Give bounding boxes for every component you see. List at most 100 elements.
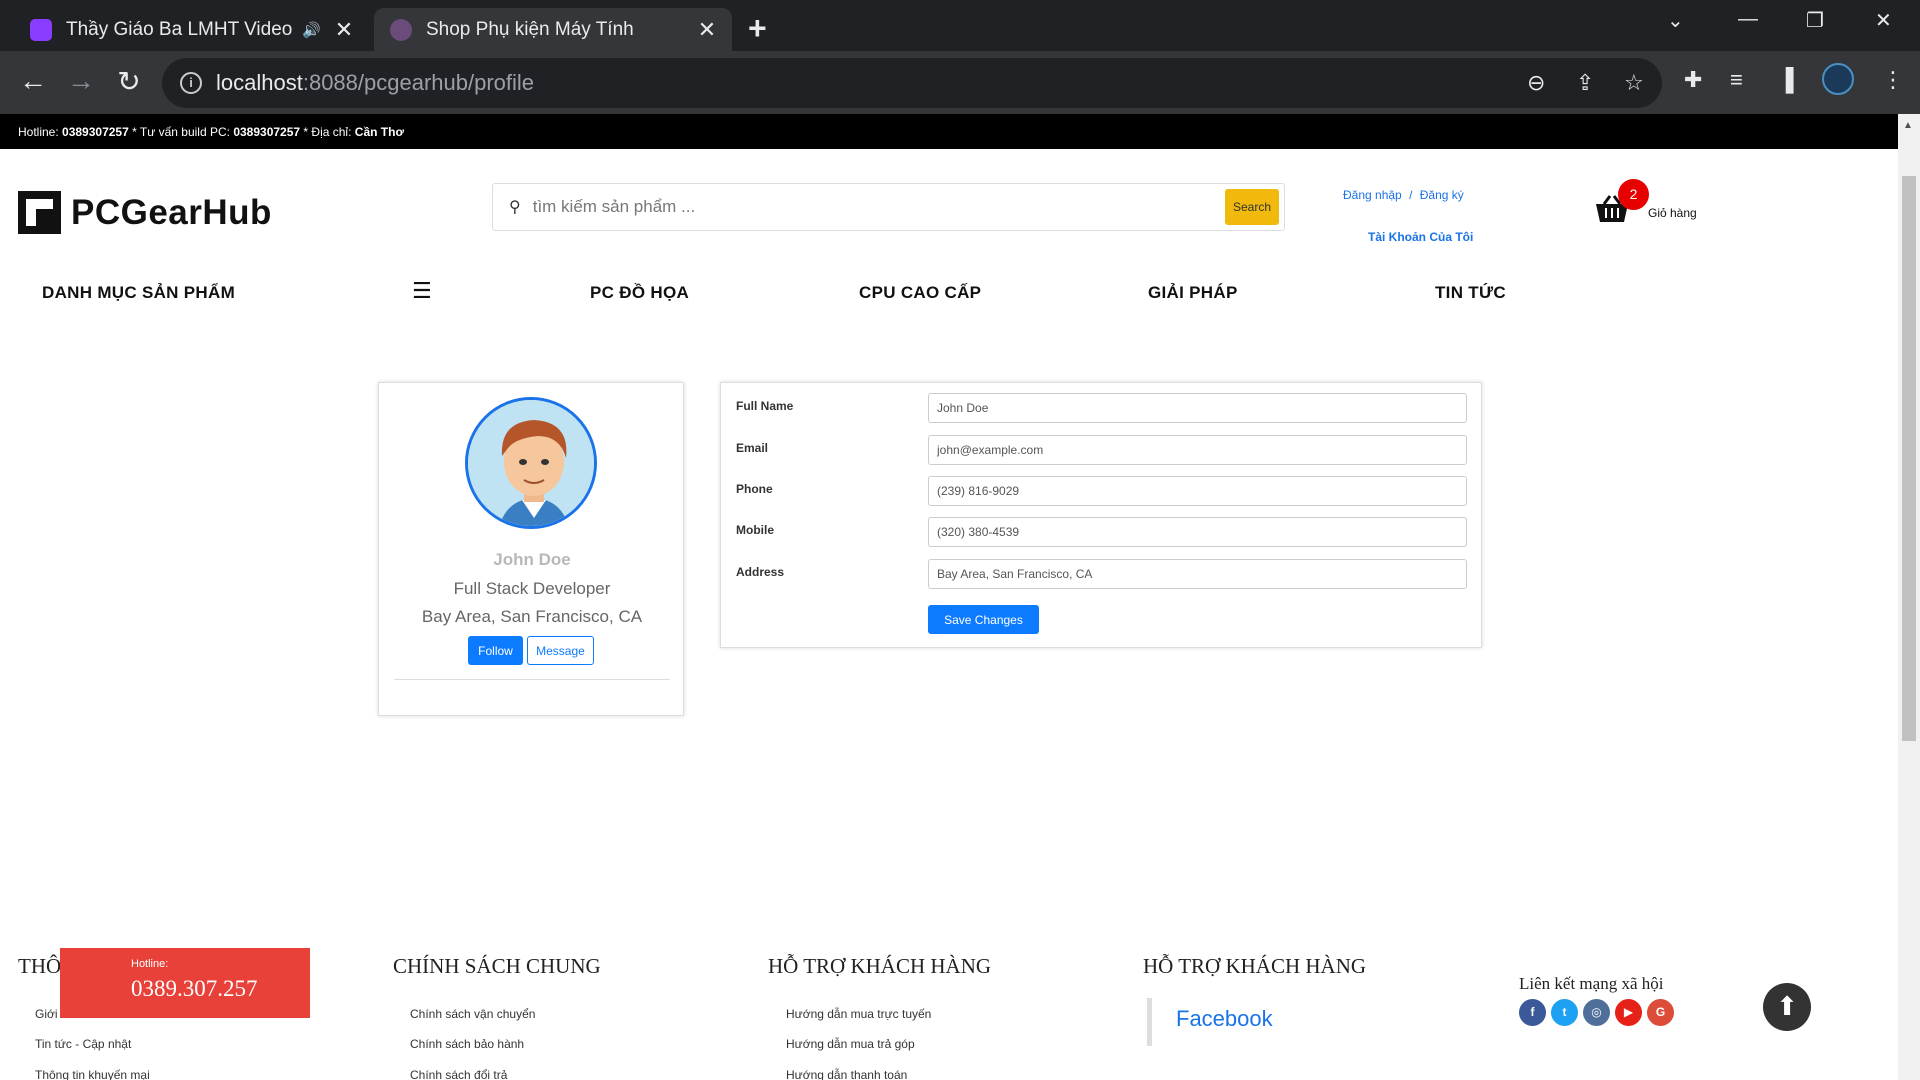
restore-icon[interactable]: ❐ xyxy=(1806,8,1824,33)
footer-link-promotions[interactable]: Thông tin khuyến mại xyxy=(35,1068,150,1080)
footer-link-about[interactable]: Giới xyxy=(35,1007,58,1021)
profile-avatar-icon[interactable] xyxy=(1822,63,1854,95)
close-tab-icon[interactable]: ✕ xyxy=(331,17,357,43)
footer-link-returns[interactable]: Chính sách đổi trả xyxy=(410,1068,507,1080)
menu-pc-do-hoa[interactable]: PC ĐỒ HỌA xyxy=(590,283,689,303)
register-link[interactable]: Đăng ký xyxy=(1420,188,1464,202)
profile-role: Full Stack Developer xyxy=(453,579,611,598)
logo-mark-icon xyxy=(18,191,61,234)
mobile-label: Mobile xyxy=(736,523,774,537)
menu-giai-phap[interactable]: GIẢI PHÁP xyxy=(1148,283,1238,303)
facebook-link[interactable]: Facebook xyxy=(1147,998,1273,1046)
twitter-icon[interactable]: t xyxy=(1551,999,1578,1026)
tab-thay-giao-ba[interactable]: Thầy Giáo Ba LMHT Video Phát lại 🔊 ✕ xyxy=(14,8,369,51)
divider xyxy=(394,679,670,680)
social-title: Liên kết mạng xã hội xyxy=(1519,974,1664,993)
profile-form-card: Full Name Email Phone Mobile Address Sav… xyxy=(720,382,1482,648)
youtube-icon[interactable]: ▶ xyxy=(1615,999,1642,1026)
email-field[interactable] xyxy=(928,435,1467,465)
twitch-favicon-icon xyxy=(30,18,52,41)
cart[interactable]: 2 Giỏ hàng xyxy=(1594,179,1697,233)
message-button[interactable]: Message xyxy=(527,636,594,665)
mobile-field[interactable] xyxy=(928,517,1467,547)
share-icon[interactable]: ⇪ xyxy=(1576,70,1594,96)
minimize-icon[interactable]: — xyxy=(1738,8,1758,31)
save-changes-button[interactable]: Save Changes xyxy=(928,605,1039,634)
cart-count-badge: 2 xyxy=(1618,179,1649,210)
footer-link-buy-online[interactable]: Hướng dẫn mua trực tuyến xyxy=(786,1007,931,1021)
menu-kebab-icon[interactable]: ⋮ xyxy=(1882,67,1904,93)
search-input[interactable] xyxy=(532,197,1225,217)
footer-link-shipping[interactable]: Chính sách vận chuyển xyxy=(410,1007,535,1021)
avatar xyxy=(465,397,597,529)
url-host: localhost xyxy=(216,70,303,95)
build-phone: 0389307257 xyxy=(233,125,301,139)
facebook-icon[interactable]: f xyxy=(1519,999,1546,1026)
browser-tabbar: Thầy Giáo Ba LMHT Video Phát lại 🔊 ✕ Sho… xyxy=(0,0,1920,51)
site-info-icon[interactable]: i xyxy=(180,72,202,94)
back-icon[interactable]: ← xyxy=(15,65,51,97)
side-panel-icon[interactable]: ▐ xyxy=(1778,67,1794,93)
phone-field[interactable] xyxy=(928,476,1467,506)
profile-card: John Doe Full Stack Developer Bay Area, … xyxy=(378,382,684,716)
tab-search-chevron-icon[interactable]: ⌄ xyxy=(1667,8,1684,33)
hotline-number: 0389307257 xyxy=(62,125,129,139)
footer-col1-title: THÔ xyxy=(18,954,62,978)
scroll-up-icon[interactable]: ▲ xyxy=(1903,120,1913,131)
forward-icon[interactable]: → xyxy=(63,65,99,97)
my-account-link[interactable]: Tài Khoản Của Tôi xyxy=(1368,230,1473,244)
zoom-icon[interactable]: ⊖ xyxy=(1527,70,1545,96)
google-icon[interactable]: G xyxy=(1647,999,1674,1026)
page-scrollbar[interactable]: ▲ xyxy=(1898,114,1920,1080)
address-label: * Địa chỉ: xyxy=(300,125,352,139)
tab-title: Thầy Giáo Ba LMHT Video Phát lại xyxy=(66,18,293,40)
hotline-label: Hotline: xyxy=(18,125,59,139)
new-tab-icon[interactable]: + xyxy=(748,10,767,47)
page-content: Hotline: 0389307257 * Tư vấn build PC: 0… xyxy=(0,114,1898,1080)
menu-categories[interactable]: DANH MỤC SẢN PHẨM xyxy=(42,283,235,303)
menu-cpu-cao-cap[interactable]: CPU CAO CẤP xyxy=(859,283,981,303)
close-tab-icon[interactable]: ✕ xyxy=(694,17,720,43)
phone-label: Phone xyxy=(736,482,773,496)
login-link[interactable]: Đăng nhập xyxy=(1343,188,1402,202)
tab-shop-phu-kien[interactable]: Shop Phụ kiện Máy Tính ✕ xyxy=(374,8,732,51)
tab-title: Shop Phụ kiện Máy Tính xyxy=(426,18,634,40)
follow-button[interactable]: Follow xyxy=(468,636,523,665)
address-label: Address xyxy=(736,565,785,579)
address-value: Cần Thơ xyxy=(354,125,404,139)
instagram-icon[interactable]: ◎ xyxy=(1583,999,1610,1026)
speaker-icon[interactable]: 🔊 xyxy=(302,21,321,39)
footer-link-payment[interactable]: Hướng dẫn thanh toán xyxy=(786,1068,907,1080)
build-label: * Tư vấn build PC: xyxy=(128,125,230,139)
full-name-label: Full Name xyxy=(736,399,794,413)
footer-link-warranty[interactable]: Chính sách bảo hành xyxy=(410,1037,524,1051)
shop-favicon-icon xyxy=(390,18,412,41)
extensions-icon[interactable]: ✚ xyxy=(1684,67,1702,93)
auth-links: Đăng nhập / Đăng ký xyxy=(1343,188,1464,202)
cart-label: Giỏ hàng xyxy=(1648,206,1697,220)
full-name-field[interactable] xyxy=(928,393,1467,423)
profile-name: John Doe xyxy=(493,550,571,569)
address-bar[interactable]: i localhost:8088/pcgearhub/profile ⊖ ⇪ ☆ xyxy=(162,58,1662,108)
search-bar: ⚲ Search xyxy=(492,183,1285,231)
close-window-icon[interactable]: ✕ xyxy=(1875,8,1892,33)
media-queue-icon[interactable]: ≡ xyxy=(1730,67,1743,93)
email-label: Email xyxy=(736,441,769,455)
site-logo[interactable]: PCGearHub xyxy=(18,191,272,234)
browser-toolbar: ← → ↻ i localhost:8088/pcgearhub/profile… xyxy=(0,51,1920,114)
bookmark-star-icon[interactable]: ☆ xyxy=(1624,70,1644,96)
footer-link-news[interactable]: Tin tức - Cập nhật xyxy=(35,1037,131,1051)
footer-link-installment[interactable]: Hướng dẫn mua trả góp xyxy=(786,1037,915,1051)
hotline-banner-label: Hotline: xyxy=(131,958,169,970)
search-button[interactable]: Search xyxy=(1225,189,1279,225)
hotline-banner[interactable]: Hotline: 0389.307.257 xyxy=(60,948,310,1018)
scrollbar-thumb[interactable] xyxy=(1902,176,1916,741)
address-field[interactable] xyxy=(928,559,1467,589)
scroll-to-top-icon[interactable]: ⬆ xyxy=(1763,983,1811,1031)
url-path: :8088/pcgearhub/profile xyxy=(302,70,535,95)
logo-text: PCGearHub xyxy=(71,192,272,232)
reload-icon[interactable]: ↻ xyxy=(111,65,147,98)
menu-tin-tuc[interactable]: TIN TỨC xyxy=(1435,283,1506,303)
hamburger-menu-icon[interactable]: ☰ xyxy=(412,278,432,304)
footer-col3-title: HỖ TRỢ KHÁCH HÀNG xyxy=(768,954,992,978)
